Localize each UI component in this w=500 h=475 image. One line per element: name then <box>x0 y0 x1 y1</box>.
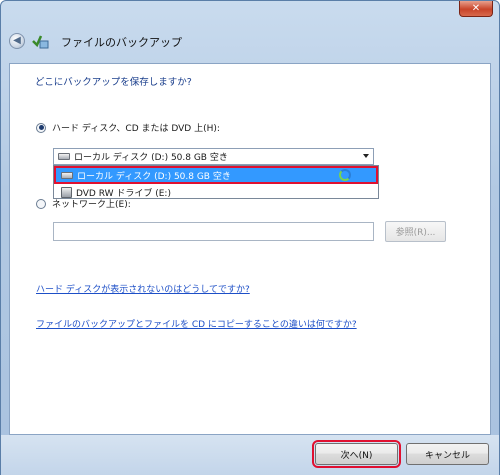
dropdown-value: ローカル ディスク (D:) 50.8 GB 空き <box>74 153 228 163</box>
dropdown-list: ローカル ディスク (D:) 50.8 GB 空き DVD RW ドライブ (E… <box>53 165 379 199</box>
hard-disk-label: ハード ディスク、CD または DVD 上(H): <box>52 124 220 134</box>
title-bar: ◀ ファイルのバックアップ <box>1 19 499 63</box>
close-button[interactable]: ✕ <box>459 1 493 17</box>
network-radio[interactable] <box>36 198 46 209</box>
network-option[interactable]: ネットワーク上(E): <box>36 197 131 210</box>
network-label: ネットワーク上(E): <box>52 200 131 210</box>
hard-drive-icon <box>58 153 70 160</box>
backup-destination-dropdown[interactable]: ローカル ディスク (D:) 50.8 GB 空き <box>53 148 374 165</box>
wizard-content: どこにバックアップを保存しますか? ハード ディスク、CD または DVD 上(… <box>9 63 491 435</box>
window-title: ファイルのバックアップ <box>61 36 182 49</box>
page-heading: どこにバックアップを保存しますか? <box>35 77 192 88</box>
back-arrow-icon: ◀ <box>13 35 21 46</box>
backup-wizard-window: ✕ ◀ ファイルのバックアップ どこにバックアップを保存しますか? ハード ディ… <box>0 0 500 475</box>
close-icon: ✕ <box>471 3 481 14</box>
chevron-down-icon[interactable] <box>363 154 369 158</box>
missing-disk-help-link[interactable]: ハード ディスクが表示されないのはどうしてですか? <box>36 282 250 295</box>
backup-app-icon <box>32 35 49 49</box>
hard-disk-option[interactable]: ハード ディスク、CD または DVD 上(H): <box>36 121 220 134</box>
browse-button[interactable]: 参照(R)... <box>385 221 446 242</box>
loading-spinner-icon <box>339 169 351 181</box>
dropdown-option-label: ローカル ディスク (D:) 50.8 GB 空き <box>77 171 231 182</box>
hard-disk-radio[interactable] <box>36 122 46 133</box>
dropdown-option-local-disk[interactable]: ローカル ディスク (D:) 50.8 GB 空き <box>54 166 378 184</box>
backup-vs-copy-help-link[interactable]: ファイルのバックアップとファイルを CD にコピーすることの違いは何ですか? <box>36 317 357 330</box>
next-button[interactable]: 次へ(N) <box>312 440 401 468</box>
hard-drive-icon <box>61 171 73 179</box>
dvd-drive-icon <box>61 186 72 198</box>
back-button[interactable]: ◀ <box>9 33 25 49</box>
network-path-input[interactable] <box>53 222 374 241</box>
cancel-button[interactable]: キャンセル <box>406 443 489 465</box>
